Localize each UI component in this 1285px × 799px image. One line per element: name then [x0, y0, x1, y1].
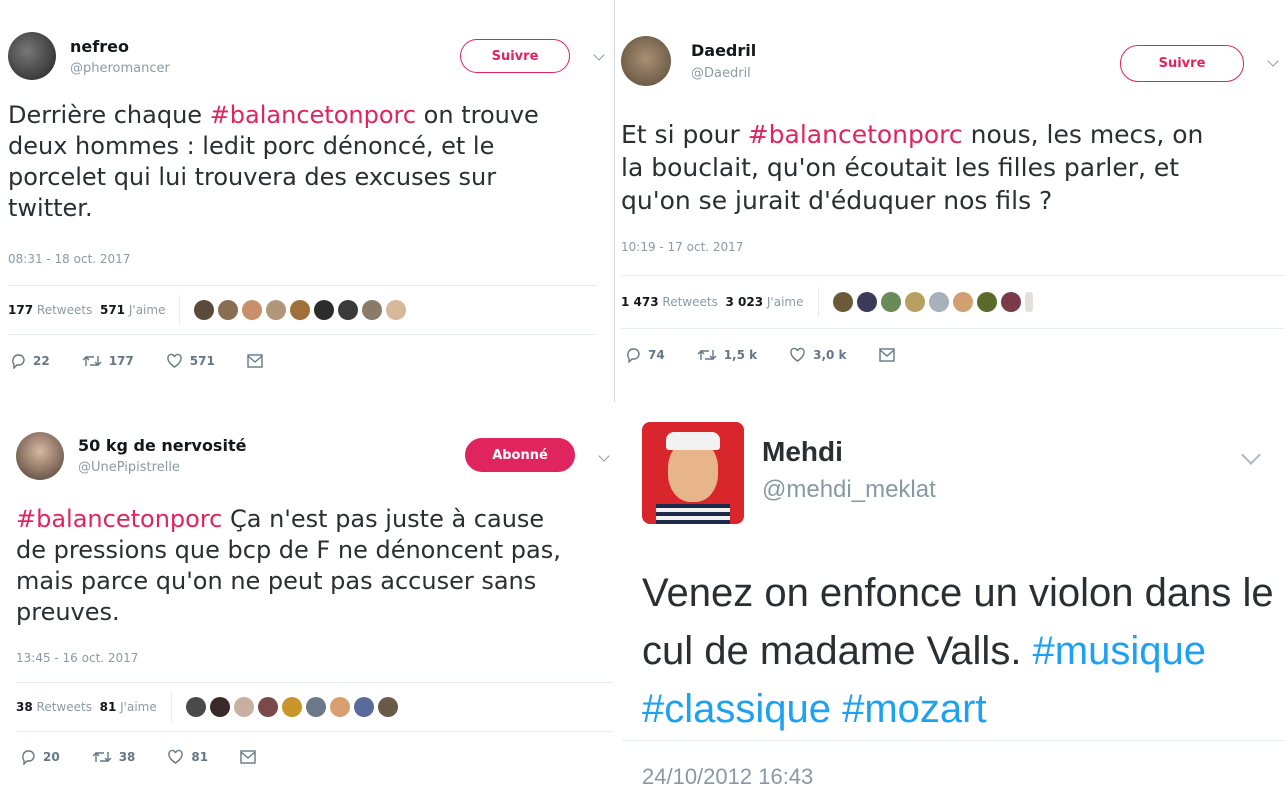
reply-button[interactable]: 74: [625, 347, 665, 363]
action-bar: 74 1,5 k 3,0 k: [625, 347, 934, 363]
retweet-icon: [92, 752, 112, 762]
timestamp[interactable]: 13:45 - 16 oct. 2017: [16, 651, 138, 665]
reply-icon: [22, 750, 35, 765]
heart-icon: [168, 749, 184, 764]
likes-stat[interactable]: 571 J'aime: [100, 303, 166, 317]
tweet-text: Et si pour #balancetonporc nous, les mec…: [621, 120, 1204, 215]
user-name[interactable]: Mehdi: [762, 436, 843, 468]
divider: [817, 287, 819, 317]
avatar[interactable]: [16, 432, 64, 480]
like-button[interactable]: 3,0 k: [789, 347, 847, 363]
hashtag-link[interactable]: #balancetonporc: [210, 101, 416, 129]
tweet-card-nefreo: nefreo @pheromancer Suivre Derrière chaq…: [0, 0, 612, 402]
heart-icon: [790, 347, 805, 362]
message-button[interactable]: [240, 750, 263, 764]
retweet-icon: [697, 350, 717, 360]
retweets-stat[interactable]: 38 Retweets: [16, 700, 92, 714]
retweet-button[interactable]: 1,5 k: [697, 347, 757, 363]
hashtag-link[interactable]: #balancetonporc: [748, 120, 963, 149]
user-handle[interactable]: @UnePipistrelle: [78, 460, 180, 475]
message-icon: [247, 354, 263, 368]
retweet-button[interactable]: 38: [92, 749, 135, 765]
tweet-card-daedril: Daedril @Daedril Suivre Et si pour #bala…: [614, 0, 1285, 402]
tweet-card-unepipistrelle: 50 kg de nervosité @UnePipistrelle Abonn…: [0, 404, 620, 799]
user-handle[interactable]: @mehdi_meklat: [762, 476, 936, 504]
divider: [622, 740, 1285, 741]
user-handle[interactable]: @Daedril: [691, 66, 751, 81]
stats-bar: 38 Retweets 81 J'aime: [16, 682, 612, 732]
user-name[interactable]: 50 kg de nervosité: [78, 436, 246, 455]
message-icon: [878, 348, 895, 362]
liker-avatars: [194, 300, 407, 320]
reply-icon: [627, 348, 640, 363]
like-button[interactable]: 81: [167, 749, 208, 765]
stats-bar: 1 473 Retweets 3 023 J'aime: [621, 275, 1285, 329]
avatar[interactable]: [8, 32, 56, 80]
reply-icon: [12, 354, 25, 369]
action-bar: 20 38 81: [20, 749, 295, 765]
follow-button[interactable]: Suivre: [460, 39, 570, 73]
hashtag-link[interactable]: #musique: [1033, 629, 1206, 673]
user-name[interactable]: Daedril: [691, 41, 756, 60]
retweet-icon: [82, 356, 102, 366]
liker-avatars: [832, 292, 1033, 312]
avatar[interactable]: [621, 36, 671, 86]
tweet-text: #balancetonporc Ça n'est pas juste à cau…: [16, 505, 561, 626]
retweet-button[interactable]: 177: [82, 353, 134, 369]
hashtag-link[interactable]: #balancetonporc: [16, 505, 222, 533]
like-button[interactable]: 571: [166, 353, 215, 369]
likes-stat[interactable]: 81 J'aime: [100, 700, 157, 714]
message-button[interactable]: [247, 354, 270, 368]
stats-bar: 177 Retweets 571 J'aime: [8, 285, 596, 335]
following-button[interactable]: Abonné: [465, 438, 575, 472]
tweet-card-mehdi: Mehdi @mehdi_meklat Venez on enfonce un …: [622, 404, 1285, 799]
user-name[interactable]: nefreo: [70, 37, 129, 56]
user-handle[interactable]: @pheromancer: [70, 61, 170, 76]
tweet-text: Venez on enfonce un violon dans le cul d…: [642, 571, 1274, 731]
chevron-down-icon[interactable]: [1241, 445, 1261, 465]
reply-button[interactable]: 22: [10, 353, 50, 369]
retweets-stat[interactable]: 1 473 Retweets: [621, 295, 718, 309]
liker-avatars: [185, 697, 398, 717]
likes-stat[interactable]: 3 023 J'aime: [725, 295, 803, 309]
avatar[interactable]: [642, 422, 744, 524]
tweet-text: Derrière chaque #balancetonporc on trouv…: [8, 101, 539, 222]
follow-button[interactable]: Suivre: [1120, 45, 1244, 82]
heart-icon: [167, 353, 182, 368]
timestamp[interactable]: 10:19 - 17 oct. 2017: [621, 240, 743, 254]
timestamp[interactable]: 24/10/2012 16:43: [642, 764, 813, 790]
message-icon: [240, 750, 256, 764]
divider: [170, 692, 172, 722]
timestamp[interactable]: 08:31 - 18 oct. 2017: [8, 252, 130, 266]
chevron-down-icon[interactable]: [593, 49, 605, 61]
retweets-stat[interactable]: 177 Retweets: [8, 303, 92, 317]
chevron-down-icon[interactable]: [598, 450, 610, 462]
hashtag-link[interactable]: #classique #mozart: [642, 687, 987, 731]
chevron-down-icon[interactable]: [1267, 55, 1279, 67]
action-bar: 22 177 571: [10, 353, 302, 369]
reply-button[interactable]: 20: [20, 749, 60, 765]
message-button[interactable]: [878, 348, 902, 362]
divider: [179, 295, 181, 325]
